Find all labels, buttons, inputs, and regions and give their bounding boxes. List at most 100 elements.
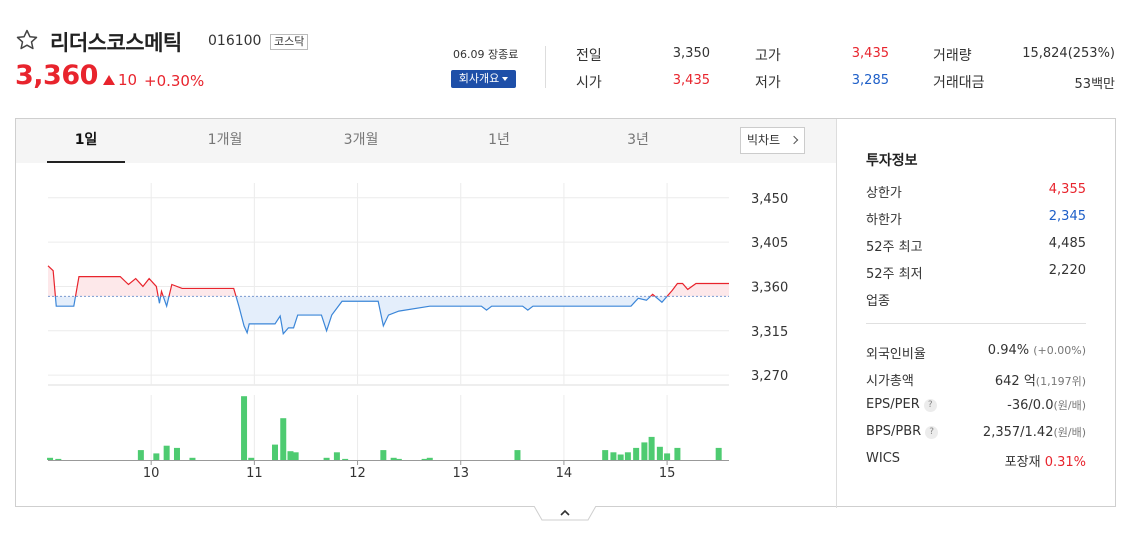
info-value-main: 포장재 xyxy=(1004,455,1041,470)
info-value: 2,345 xyxy=(1048,209,1086,224)
info-label: BPS/PBR? xyxy=(866,424,939,439)
info-label: WICS xyxy=(866,451,901,466)
info-divider xyxy=(866,323,1086,324)
summary-label-prev-close: 전일 xyxy=(576,48,602,64)
volume-bar xyxy=(380,450,387,460)
info-row-bps-pbr: BPS/PBR? 2,357/1.42(원/배) xyxy=(866,424,1086,444)
info-value: 4,355 xyxy=(1048,182,1086,197)
summary-label-volume: 거래량 xyxy=(933,48,972,64)
info-row-52w-low: 52주 최저 2,220 xyxy=(866,263,1086,283)
volume-bar xyxy=(173,447,180,460)
info-value: 4,485 xyxy=(1048,236,1086,251)
volume-bar xyxy=(610,452,617,460)
price-area-down xyxy=(55,296,668,334)
info-row-lower-limit: 하한가 2,345 xyxy=(866,209,1086,229)
volume-bar xyxy=(648,436,655,460)
chevron-right-icon xyxy=(789,135,799,145)
big-chart-button[interactable]: 빅차트 xyxy=(740,127,805,154)
summary-label-open: 시가 xyxy=(576,75,602,91)
period-tabs: 1일 1개월 3개월 1년 3년 빅차트 xyxy=(16,119,836,163)
volume-bar xyxy=(715,447,722,460)
volume-bar xyxy=(395,458,402,460)
volume-bar xyxy=(342,458,349,460)
volume-bar xyxy=(241,396,248,460)
volume-bar xyxy=(656,446,663,460)
y-tick-label: 3,270 xyxy=(751,369,788,384)
info-row-52w-high: 52주 최고 4,485 xyxy=(866,236,1086,256)
company-overview-button[interactable]: 회사개요 xyxy=(451,70,516,88)
summary-value-prev-close: 3,350 xyxy=(672,46,710,61)
tab-1year[interactable]: 1년 xyxy=(460,119,538,163)
volume-bar xyxy=(514,450,521,460)
info-label: 업종 xyxy=(866,294,890,309)
info-label: 외국인비율 xyxy=(866,347,926,362)
volume-bar xyxy=(137,450,144,460)
price-change-percent: +0.30% xyxy=(144,72,205,90)
y-tick-label: 3,360 xyxy=(751,280,788,295)
volume-bar xyxy=(641,442,648,460)
volume-bar xyxy=(189,457,196,460)
investment-info-title: 투자정보 xyxy=(866,153,918,169)
tab-3months[interactable]: 3개월 xyxy=(322,119,400,163)
summary-value-open: 3,435 xyxy=(672,73,710,88)
volume-bar xyxy=(333,452,340,460)
info-label: 하한가 xyxy=(866,213,902,228)
volume-bar xyxy=(426,457,433,460)
volume-bar xyxy=(292,452,299,460)
summary-value-low: 3,285 xyxy=(851,73,889,88)
info-label: 52주 최고 xyxy=(866,240,923,255)
summary-label-low: 저가 xyxy=(755,75,781,91)
info-value: 2,357/1.42(원/배) xyxy=(983,424,1086,440)
info-label: 상한가 xyxy=(866,186,902,201)
volume-bar xyxy=(624,452,631,460)
info-label-text: BPS/PBR xyxy=(866,424,922,439)
info-value: 0.94% (+0.00%) xyxy=(988,343,1086,358)
tab-1month[interactable]: 1개월 xyxy=(186,119,264,163)
info-value[interactable]: 포장재 0.31% xyxy=(1005,451,1086,470)
info-row-sector: 업종 xyxy=(866,290,1086,310)
info-value: 2,220 xyxy=(1048,263,1086,278)
volume-bar xyxy=(163,445,170,460)
volume-bar xyxy=(664,453,671,460)
info-value-sub: (1,197위) xyxy=(1035,375,1086,388)
star-icon[interactable] xyxy=(15,28,39,52)
caret-down-icon xyxy=(502,77,509,81)
info-label: 시가총액 xyxy=(866,374,914,389)
info-row-foreign-ratio: 외국인비율 0.94% (+0.00%) xyxy=(866,343,1086,363)
info-label-text: EPS/PER xyxy=(866,397,920,412)
x-tick-label: 10 xyxy=(143,466,160,481)
volume-bar xyxy=(617,454,624,460)
investment-info: 투자정보 상한가 4,355 하한가 2,345 52주 최고 4,485 52… xyxy=(837,119,1117,508)
x-tick-label: 11 xyxy=(246,466,263,481)
info-value-sub: (원/배) xyxy=(1053,426,1086,439)
info-value-main: 642 억 xyxy=(994,374,1036,389)
info-value-sub: (+0.00%) xyxy=(1033,344,1086,357)
info-value: -36/0.0(원/배) xyxy=(1007,397,1086,413)
info-value-main: 2,357/1.42 xyxy=(982,425,1054,440)
tab-1day[interactable]: 1일 xyxy=(47,119,125,163)
volume-bar xyxy=(323,457,330,460)
x-tick-label: 13 xyxy=(452,466,469,481)
help-icon[interactable]: ? xyxy=(925,426,939,439)
session-status: 06.09 장종료 xyxy=(453,48,519,61)
price-chart[interactable]: 3,450 3,405 3,360 3,315 3,270 10 11 12 13 14 15 xyxy=(16,163,836,508)
help-icon[interactable]: ? xyxy=(923,399,937,412)
collapse-tab[interactable] xyxy=(534,506,596,522)
volume-bar xyxy=(674,447,681,460)
info-value: 642 억(1,197위) xyxy=(995,370,1086,389)
summary-value-volume: 15,824(253%) xyxy=(1022,46,1115,61)
price-change: 10 xyxy=(103,71,137,89)
volume-bar xyxy=(602,450,609,460)
y-tick-label: 3,450 xyxy=(751,192,788,207)
volume-bar xyxy=(421,458,428,460)
up-triangle-icon xyxy=(103,75,115,85)
info-row-eps-per: EPS/PER? -36/0.0(원/배) xyxy=(866,397,1086,417)
summary-label-high: 고가 xyxy=(755,48,781,64)
big-chart-label: 빅차트 xyxy=(747,133,781,147)
volume-bar xyxy=(272,444,278,460)
info-row-market-cap: 시가총액 642 억(1,197위) xyxy=(866,370,1086,390)
tab-3years[interactable]: 3년 xyxy=(599,119,677,163)
stock-header: 리더스코스메틱 016100 코스닥 3,360 10 +0.30% 06.09… xyxy=(15,26,1135,96)
volume-bar xyxy=(47,457,54,460)
volume-bar xyxy=(633,447,640,460)
